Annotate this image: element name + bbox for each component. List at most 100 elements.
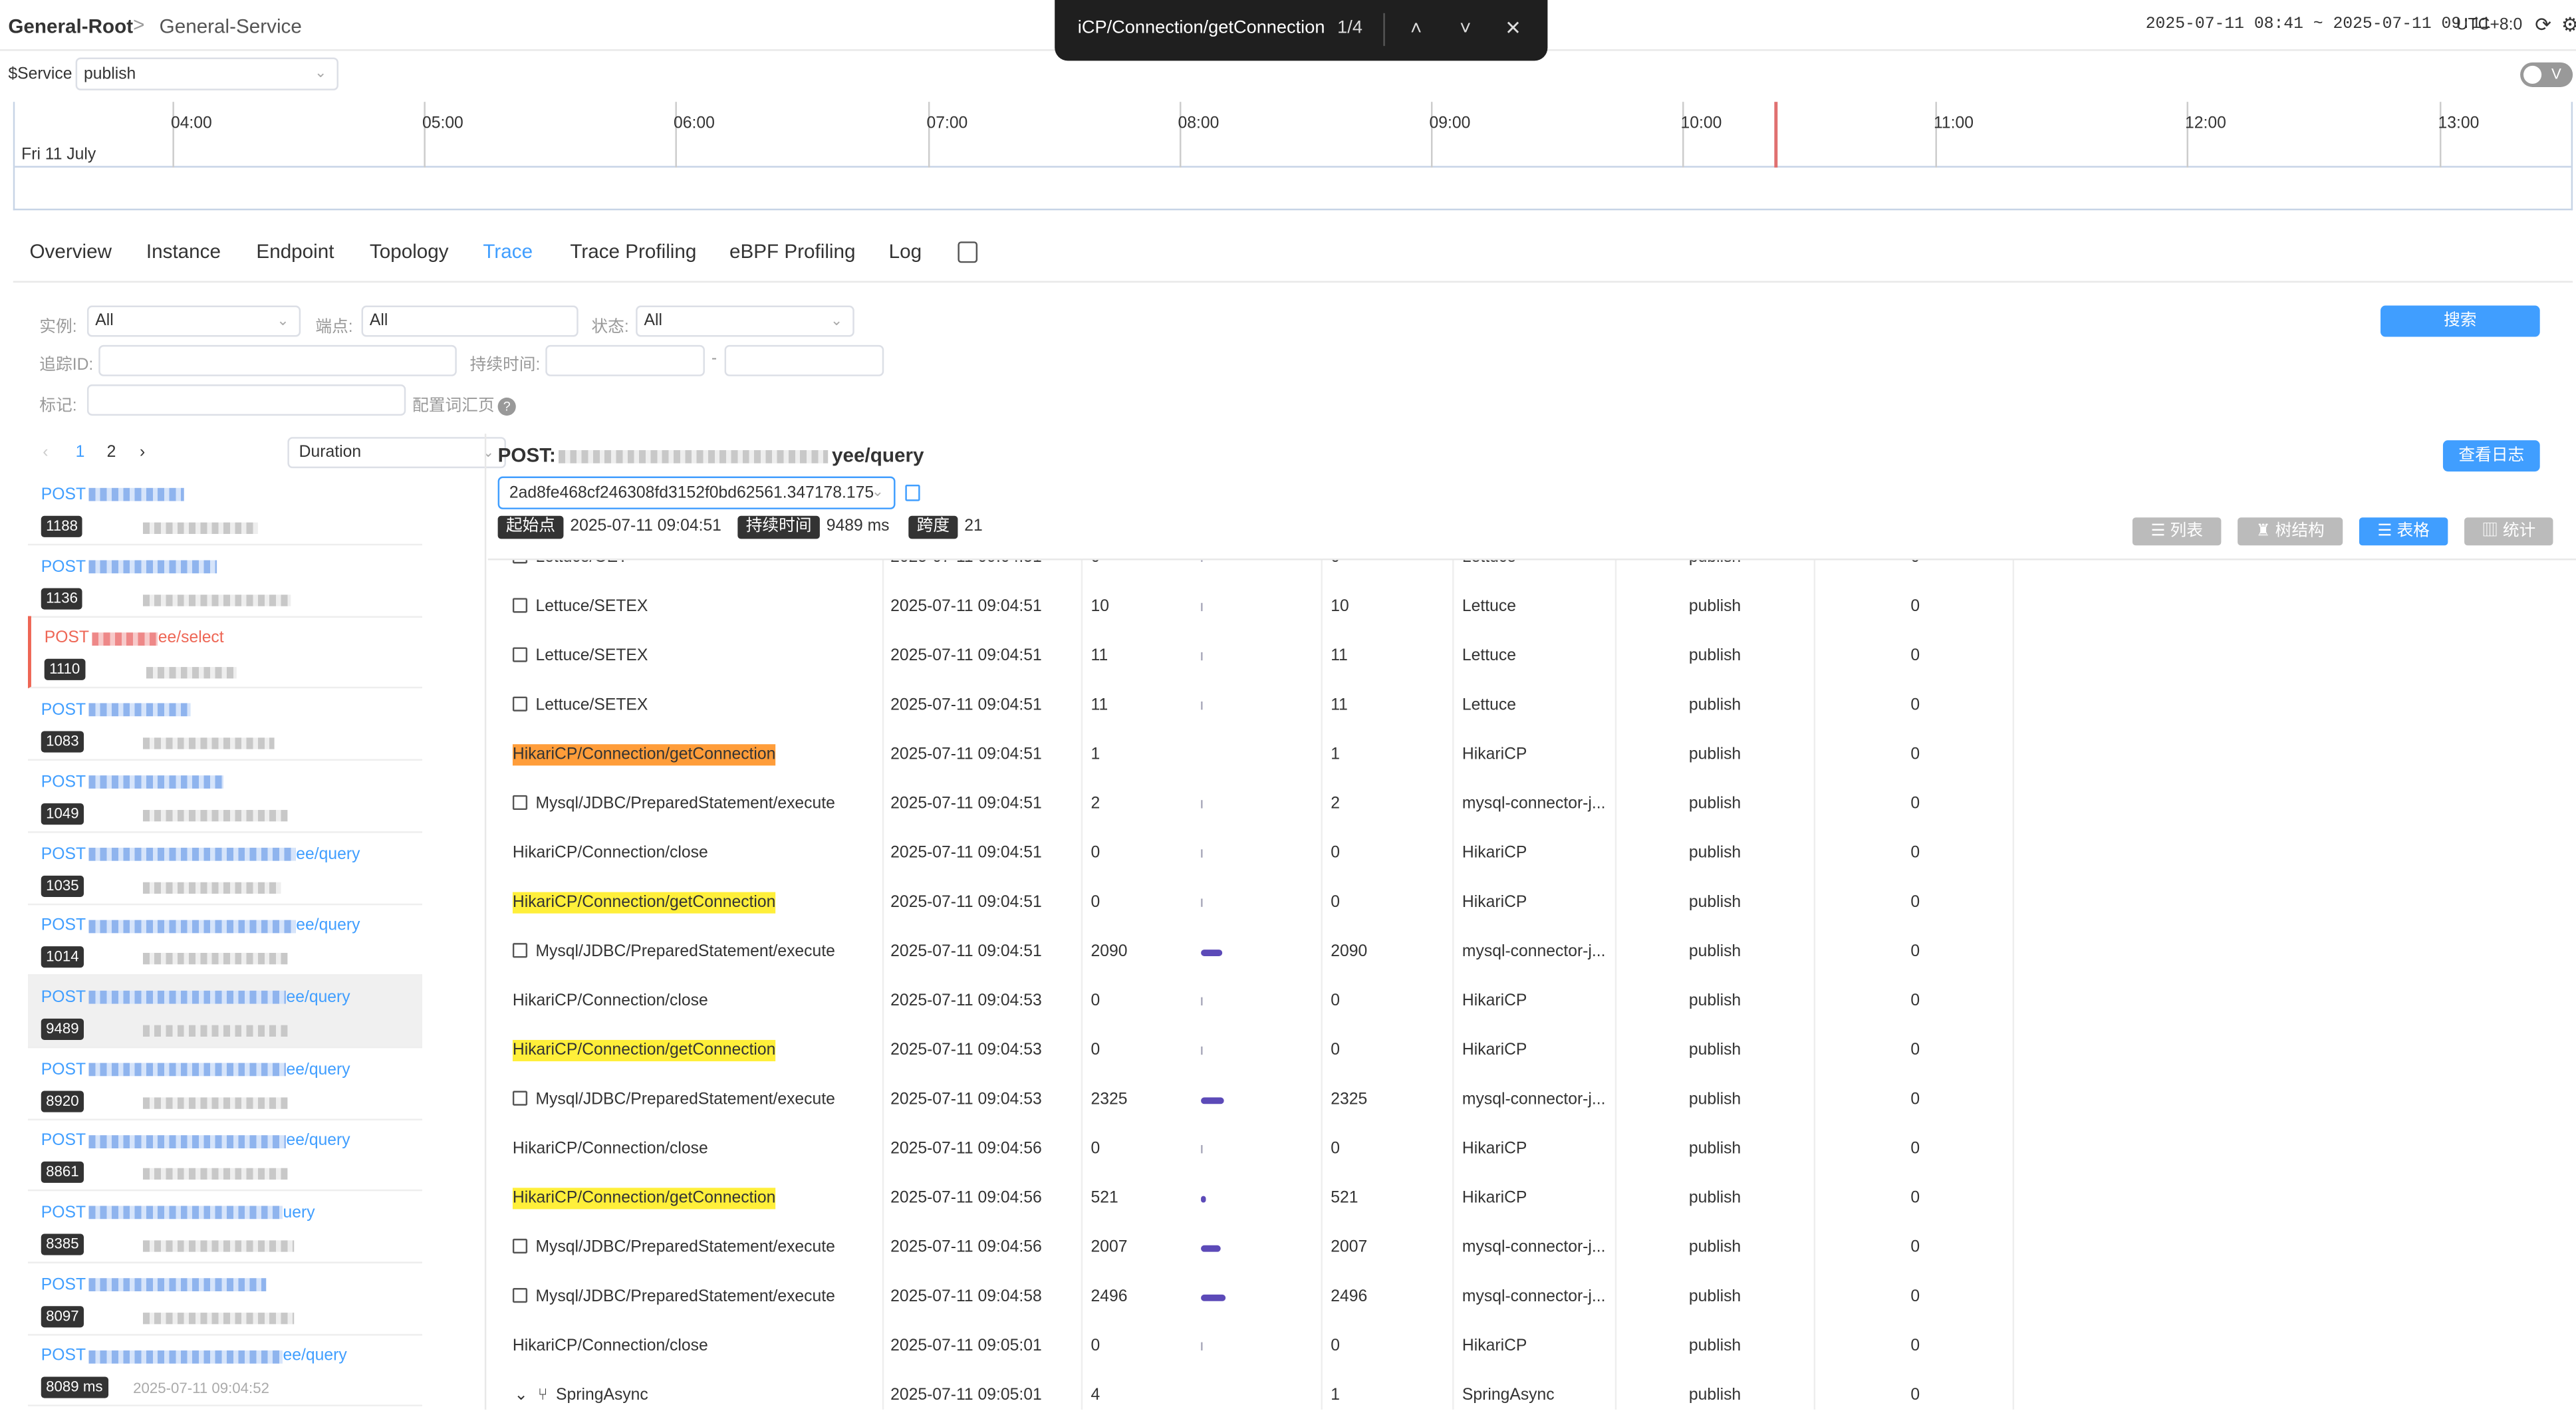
trace-list-item[interactable]: POST uery 8385 — [28, 1191, 422, 1263]
span-row[interactable]: HikariCP/Connection/getConnection 2025-07… — [488, 1027, 2576, 1076]
span-row[interactable]: HikariCP/Connection/close 2025-07-11 09:0… — [488, 977, 2576, 1027]
duration-max-input[interactable] — [724, 344, 884, 376]
tab-ebpf-profiling[interactable]: eBPF Profiling — [729, 240, 856, 263]
span-start: 2025-07-11 09:04:56 — [890, 1238, 1042, 1257]
tab-trace[interactable]: Trace — [483, 240, 533, 263]
span-row[interactable]: Mysql/JDBC/PreparedStatement/execute 2025… — [488, 1273, 2576, 1323]
chevron-down-icon[interactable]: ⌄ — [514, 1386, 528, 1404]
tab-instance[interactable]: Instance — [146, 240, 221, 263]
page-prev-icon[interactable]: ‹ — [43, 444, 48, 461]
reload-icon[interactable]: ⟳ — [2535, 13, 2551, 37]
tab-endpoint[interactable]: Endpoint — [256, 240, 334, 263]
find-prev-icon[interactable]: ˄ — [1402, 13, 1431, 43]
span-self-time: 2325 — [1331, 1090, 1368, 1109]
redacted-endpoint — [88, 1350, 283, 1364]
panel-divider[interactable] — [484, 434, 487, 1410]
trace-list-item[interactable]: POST 1083 — [28, 688, 422, 761]
tab-topology[interactable]: Topology — [370, 240, 449, 263]
trace-list-item[interactable]: POST ee/query 1035 — [28, 832, 422, 905]
span-row[interactable]: ⌄ ⑂ SpringAsync 2025-07-11 09:05:01 4 1 Spring… — [488, 1372, 2576, 1410]
sort-select[interactable]: Duration ⌄ — [287, 437, 506, 469]
page-2[interactable]: 2 — [107, 444, 116, 461]
tags-input[interactable] — [86, 384, 406, 416]
span-row[interactable]: Mysql/JDBC/PreparedStatement/execute 2025… — [488, 1076, 2576, 1125]
timeline[interactable]: 04:00 05:00 06:00 07:00 08:00 09:00 10:00 11:00… — [13, 102, 2573, 211]
span-exec-time: 2496 — [1091, 1288, 1128, 1307]
trace-id-select[interactable]: 2ad8fe468cf246308fd3152f0bd62561.347178.… — [497, 476, 896, 509]
trace-endpoint: POST uery — [41, 1204, 315, 1222]
find-next-icon[interactable]: ˅ — [1451, 13, 1480, 43]
view-tree-button[interactable]: ♜ 树结构 — [2238, 517, 2343, 546]
redacted-endpoint — [88, 704, 192, 717]
trace-list-item[interactable]: POST ee/query 9489 — [28, 975, 422, 1049]
span-name: Mysql/JDBC/PreparedStatement/execute — [535, 943, 835, 962]
settings-icon[interactable]: ⚙ — [2561, 13, 2576, 37]
span-row[interactable]: Mysql/JDBC/PreparedStatement/execute 2025… — [488, 928, 2576, 977]
trace-list-item[interactable]: POST 8097 — [28, 1263, 422, 1335]
status-select[interactable]: All ⌄ — [636, 305, 854, 337]
span-row[interactable]: HikariCP/Connection/close 2025-07-11 09:0… — [488, 830, 2576, 879]
span-row[interactable]: Mysql/JDBC/PreparedStatement/execute 2025… — [488, 1224, 2576, 1273]
span-start: 2025-07-11 09:04:51 — [890, 943, 1042, 962]
span-row[interactable]: Lettuce/SETEX 2025-07-11 09:04:51 10 10 Lett… — [488, 583, 2576, 632]
trace-endpoint-suffix: ee/query — [296, 845, 360, 864]
trace-list-item[interactable]: POST 1136 — [28, 545, 422, 618]
span-row[interactable]: HikariCP/Connection/close 2025-07-11 09:0… — [488, 1125, 2576, 1174]
breadcrumb-service[interactable]: General-Service — [160, 15, 302, 38]
traceid-input[interactable] — [98, 344, 457, 376]
trace-endpoint: POST — [41, 1276, 267, 1294]
trace-endpoint: POST — [41, 702, 192, 719]
trace-list-item[interactable]: POST ee/query 8920 — [28, 1047, 422, 1120]
tab-log[interactable]: Log — [889, 240, 922, 263]
trace-list-item[interactable]: POST ee/query 8089 ms 2025-07-11 09:04:52 — [28, 1335, 422, 1407]
span-row[interactable]: HikariCP/Connection/getConnection 2025-07… — [488, 731, 2576, 780]
span-row[interactable]: Lettuce/SETEX 2025-07-11 09:04:51 11 11 Lett… — [488, 682, 2576, 731]
span-row[interactable]: Lettuce/GET 2025-07-11 09:04:51 0 0 Lettuce p… — [488, 560, 2576, 584]
trace-list-item[interactable]: POST ee/query 1014 — [28, 904, 422, 977]
trace-endpoint: POST — [41, 486, 185, 505]
span-row[interactable]: Mysql/JDBC/PreparedStatement/execute 2025… — [488, 781, 2576, 830]
trace-duration-badge: 1014 — [41, 946, 84, 968]
find-close-icon[interactable]: ✕ — [1498, 13, 1527, 43]
toggle-switch[interactable]: V — [2520, 62, 2573, 87]
trace-list-item[interactable]: POST 1049 — [28, 760, 422, 833]
trace-list-item[interactable]: POST 1188 — [28, 473, 422, 546]
duration-min-input[interactable] — [545, 344, 705, 376]
trace-endpoint-suffix: uery — [283, 1204, 315, 1223]
config-link[interactable]: 配置词汇页? — [412, 391, 516, 416]
service-select[interactable]: publish ⌄ — [75, 57, 338, 90]
view-table-button[interactable]: ☰ 表格 — [2359, 517, 2448, 546]
duration-bar — [1201, 997, 1203, 1006]
copy-tab-icon[interactable] — [958, 241, 978, 263]
help-icon[interactable]: ? — [497, 397, 516, 416]
endpoint-input[interactable]: All — [361, 305, 579, 337]
tab-trace-profiling[interactable]: Trace Profiling — [570, 240, 696, 263]
span-component: HikariCP — [1462, 1189, 1527, 1208]
trace-endpoint: POST ee/query — [41, 1132, 350, 1150]
instance-select[interactable]: All ⌄ — [86, 305, 301, 337]
breadcrumb-root[interactable]: General-Root — [8, 15, 133, 38]
span-name: HikariCP/Connection/getConnection — [512, 1039, 776, 1062]
span-name-cell: Lettuce/SETEX — [512, 682, 874, 731]
view-list-button[interactable]: ☰ 列表 — [2132, 517, 2222, 546]
trace-list-item[interactable]: POST ee/query 8861 — [28, 1119, 422, 1192]
span-row[interactable]: HikariCP/Connection/getConnection 2025-07… — [488, 879, 2576, 928]
duration-bar — [1201, 560, 1203, 562]
span-exec-time: 0 — [1091, 894, 1100, 912]
copy-icon[interactable] — [905, 484, 920, 501]
span-row[interactable]: HikariCP/Connection/close 2025-07-11 09:0… — [488, 1323, 2576, 1372]
span-name: Lettuce/SETEX — [535, 647, 648, 666]
trace-list-item[interactable]: POST ee/select 1110 — [28, 616, 422, 690]
page-next-icon[interactable]: › — [140, 444, 145, 461]
span-row[interactable]: Lettuce/SETEX 2025-07-11 09:04:51 11 11 Lett… — [488, 632, 2576, 682]
time-range[interactable]: 2025-07-11 08:41 ~ 2025-07-11 09:11 — [2146, 17, 2491, 35]
view-stats-button[interactable]: ▥ 统计 — [2464, 517, 2553, 546]
view-log-button[interactable]: 查看日志 — [2442, 440, 2540, 472]
search-button[interactable]: 搜索 — [2381, 305, 2540, 337]
tab-overview[interactable]: Overview — [29, 240, 112, 263]
span-row[interactable]: HikariCP/Connection/getConnection 2025-07… — [488, 1175, 2576, 1224]
find-query[interactable]: iCP/Connection/getConnection — [1078, 18, 1325, 38]
page-1[interactable]: 1 — [76, 444, 85, 461]
span-self-time: 521 — [1331, 1189, 1358, 1208]
redacted-endpoint — [88, 488, 185, 502]
